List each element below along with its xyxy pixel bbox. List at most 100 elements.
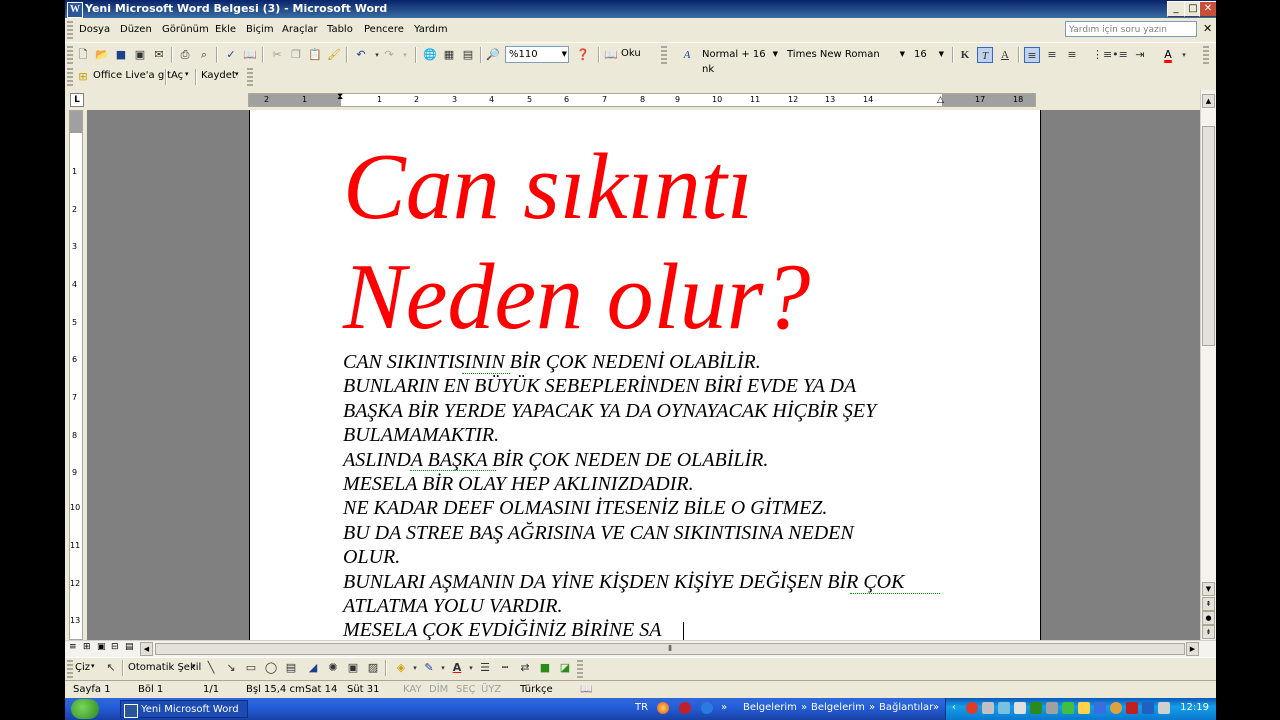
zoom-select[interactable]: %110 ▼ xyxy=(505,46,569,63)
permission-icon[interactable]: ▣ xyxy=(132,47,148,63)
read-icon[interactable]: 📖 xyxy=(603,47,619,63)
status-extend[interactable]: SEÇ xyxy=(456,684,476,695)
arrow-style-icon[interactable]: ⇄ xyxy=(517,660,533,676)
hyperlink-icon[interactable]: 🌐 xyxy=(422,47,438,63)
toolbar-grip[interactable] xyxy=(67,46,73,64)
save-dropdown-icon[interactable]: ▾ xyxy=(235,70,239,78)
text-box-icon[interactable]: ▤ xyxy=(283,660,299,676)
close-document-icon[interactable]: ✕ xyxy=(1203,22,1212,35)
oval-icon[interactable]: ◯ xyxy=(263,660,279,676)
taskbar-word-button[interactable]: Yeni Microsoft Word ... xyxy=(120,700,248,718)
status-track-changes[interactable]: DİM xyxy=(429,684,448,695)
tray-app-icon[interactable] xyxy=(966,702,978,714)
horizontal-ruler[interactable]: 2 1 ⧗ 1 2 3 4 5 6 7 8 9 10 11 12 13 14 △… xyxy=(248,92,1036,107)
toolbar-grip[interactable] xyxy=(1203,46,1209,64)
previous-page-button[interactable]: ⇞ xyxy=(1202,597,1215,611)
autoshapes-menu-button[interactable]: Otomatik Şekil xyxy=(128,662,201,673)
align-right-icon[interactable]: ≡ xyxy=(1064,47,1080,63)
tray-app-icon[interactable] xyxy=(1014,702,1026,714)
right-indent-icon[interactable]: △ xyxy=(937,95,944,105)
toolbar-grip[interactable] xyxy=(577,660,583,678)
shadow-style-icon[interactable]: ■ xyxy=(537,660,553,676)
undo-icon[interactable]: ↶ xyxy=(353,47,369,63)
toolbar-link-documents-1[interactable]: Belgelerim xyxy=(743,702,797,713)
italic-button[interactable]: T xyxy=(977,47,993,63)
menu-bicim[interactable]: Biçim xyxy=(246,24,274,35)
menu-yardim[interactable]: Yardım xyxy=(414,24,448,35)
volume-icon[interactable] xyxy=(1158,702,1170,714)
browse-object-button[interactable]: ● xyxy=(1202,611,1215,625)
redo-icon[interactable]: ↷ xyxy=(381,47,397,63)
menu-araclar[interactable]: Araçlar xyxy=(282,24,318,35)
3d-style-icon[interactable]: ◪ xyxy=(557,660,573,676)
dash-style-icon[interactable]: ┅ xyxy=(497,660,513,676)
font-color-icon[interactable]: A xyxy=(1160,47,1176,63)
office-live-link[interactable]: Office Live'a git xyxy=(93,70,171,81)
redo-dropdown-icon[interactable]: ▾ xyxy=(397,47,413,63)
toolbar-grip[interactable] xyxy=(67,660,73,678)
toolbar-link-connections[interactable]: Bağlantılar xyxy=(879,702,933,713)
font-color-dropdown-icon[interactable]: ▾ xyxy=(1176,47,1192,63)
tray-app-icon[interactable] xyxy=(1030,702,1042,714)
clip-art-icon[interactable]: ▣ xyxy=(345,660,361,676)
line-icon[interactable]: ╲ xyxy=(203,660,219,676)
wordart-icon[interactable]: ◢ xyxy=(305,660,321,676)
font-size-select[interactable]: 16 ▼ xyxy=(910,46,946,63)
toolbar-link-documents-2[interactable]: Belgelerim xyxy=(811,702,865,713)
print-layout-icon[interactable]: ▣ xyxy=(97,642,106,652)
scroll-down-button[interactable]: ▼ xyxy=(1202,582,1215,596)
toolbar-grip[interactable] xyxy=(247,68,253,86)
quick-launch-chevron-icon[interactable]: » xyxy=(721,702,727,713)
tables-borders-icon[interactable]: ▦ xyxy=(441,47,457,63)
status-language[interactable]: Türkçe xyxy=(520,684,553,695)
language-indicator[interactable]: TR xyxy=(635,702,648,713)
paste-icon[interactable]: 📋 xyxy=(307,47,323,63)
next-page-button[interactable]: ⇟ xyxy=(1202,625,1215,639)
tray-app-icon[interactable] xyxy=(1046,702,1058,714)
copy-icon[interactable]: ❐ xyxy=(288,47,304,63)
tray-app-icon[interactable] xyxy=(1094,702,1106,714)
print-preview-icon[interactable]: ⌕ xyxy=(196,47,212,63)
network-icon[interactable] xyxy=(1062,702,1074,714)
scroll-left-button[interactable]: ◀ xyxy=(140,642,153,656)
outline-view-icon[interactable]: ⊟ xyxy=(111,642,119,652)
open-folder-icon[interactable]: 📂 xyxy=(94,47,110,63)
toolbar-chevron-icon[interactable]: » xyxy=(801,702,807,713)
print-icon[interactable]: ⎙ xyxy=(177,47,193,63)
style-select[interactable]: Normal + 16 nk ▼ xyxy=(698,46,780,75)
new-document-icon[interactable]: 🗋 xyxy=(75,47,91,63)
font-select[interactable]: Times New Roman ▼ xyxy=(783,46,907,63)
web-layout-icon[interactable]: ⊞ xyxy=(83,642,91,652)
normal-view-icon[interactable]: ≡ xyxy=(69,642,77,652)
help-search-input[interactable]: Yardım için soru yazın xyxy=(1065,21,1197,37)
save-menu-button[interactable]: Kaydet xyxy=(201,70,236,81)
menu-gorunum[interactable]: Görünüm xyxy=(162,24,209,35)
draw-dropdown-icon[interactable]: ▾ xyxy=(91,662,95,670)
underline-button[interactable]: A xyxy=(997,47,1013,63)
spelling-status-icon[interactable]: 📖 xyxy=(580,684,592,695)
spelling-icon[interactable]: ✓ xyxy=(223,47,239,63)
tray-app-icon[interactable] xyxy=(982,702,994,714)
indent-icon[interactable]: ⇥ xyxy=(1132,47,1148,63)
clock[interactable]: 12:19 xyxy=(1180,702,1209,713)
tab-selector-icon[interactable]: L xyxy=(70,93,84,107)
toolbar-chevron-icon[interactable]: » xyxy=(869,702,875,713)
rectangle-icon[interactable]: ▭ xyxy=(243,660,259,676)
close-button[interactable]: ✕ xyxy=(1199,1,1216,17)
read-button[interactable]: Oku xyxy=(621,48,641,59)
tray-app-icon[interactable] xyxy=(998,702,1010,714)
vertical-scrollbar[interactable]: ▲ ▼ ⇞ ● ⇟ xyxy=(1200,90,1216,640)
menu-duzen[interactable]: Düzen xyxy=(120,24,152,35)
save-icon[interactable]: ■ xyxy=(113,47,129,63)
first-line-indent-icon[interactable]: ⧗ xyxy=(337,92,343,102)
align-center-icon[interactable]: ≡ xyxy=(1044,47,1060,63)
insert-table-icon[interactable]: ▤ xyxy=(460,47,476,63)
document-map-icon[interactable]: 🔎 xyxy=(485,47,501,63)
toolbar-grip[interactable] xyxy=(67,68,73,86)
scroll-up-button[interactable]: ▲ xyxy=(1202,94,1215,108)
autoshapes-dropdown-icon[interactable]: ▾ xyxy=(192,662,196,670)
numbering-icon[interactable]: ⋮≡ xyxy=(1092,47,1112,63)
word-app-icon[interactable]: W xyxy=(67,2,83,18)
vertical-ruler[interactable]: 1 2 3 4 5 6 7 8 9 10 11 12 13 xyxy=(69,110,83,640)
align-left-icon[interactable]: ≡ xyxy=(1024,47,1040,63)
